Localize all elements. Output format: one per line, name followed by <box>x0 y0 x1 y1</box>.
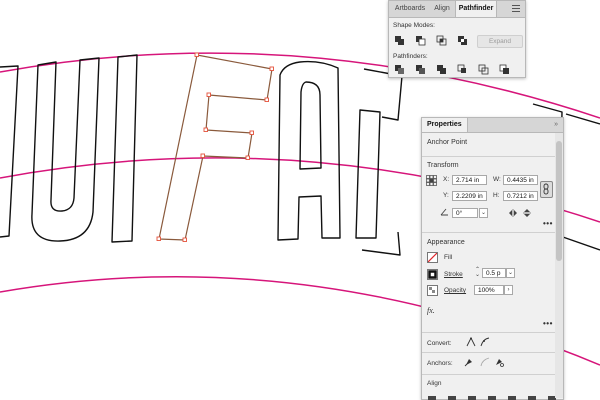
tab-pathfinder[interactable]: Pathfinder <box>455 1 497 17</box>
stroke-dropdown-icon[interactable]: ⌄ <box>506 268 515 278</box>
w-field[interactable]: 0.4435 in <box>503 175 538 185</box>
flip-vertical-icon[interactable] <box>523 208 531 220</box>
intersect-icon[interactable] <box>436 35 447 46</box>
appearance-title: Appearance <box>427 239 465 246</box>
align-buttons-row <box>427 394 557 400</box>
exclude-icon[interactable] <box>457 35 468 46</box>
h-label: H: <box>493 192 500 199</box>
w-label: W: <box>493 176 501 183</box>
stroke-label[interactable]: Stroke <box>444 271 463 278</box>
pathfinder-panel-tabs: Artboards Align Pathfinder <box>389 1 525 18</box>
stroke-weight-field[interactable]: 0.5 p <box>482 268 506 278</box>
opacity-icon <box>427 285 438 296</box>
anchor-points[interactable] <box>156 52 274 242</box>
convert-to-corner-icon[interactable] <box>466 336 476 349</box>
minus-front-icon[interactable] <box>415 35 426 46</box>
anchors-label: Anchors: <box>427 360 453 367</box>
divider <box>422 332 563 333</box>
trim-icon[interactable] <box>415 64 426 75</box>
x-field[interactable]: 2.714 in <box>452 175 487 185</box>
divider <box>422 156 563 157</box>
fill-swatch-icon[interactable] <box>427 252 438 263</box>
outline-icon[interactable] <box>478 64 489 75</box>
transform-title: Transform <box>427 162 459 169</box>
angle-field[interactable]: 0° <box>452 208 478 218</box>
stroke-swatch-icon[interactable] <box>427 269 438 280</box>
properties-scrollbar[interactable] <box>555 133 563 398</box>
tab-properties[interactable]: Properties <box>422 118 468 132</box>
constrain-proportions-link-icon[interactable] <box>540 181 553 198</box>
expand-button[interactable]: Expand <box>477 35 523 48</box>
tab-align[interactable]: Align <box>429 1 455 17</box>
tab-artboards[interactable]: Artboards <box>391 1 429 17</box>
divider <box>422 352 563 353</box>
opacity-label[interactable]: Opacity <box>444 287 466 294</box>
stroke-stepper-icon[interactable]: ⌃ ⌄ <box>474 267 481 278</box>
remove-anchor-icon[interactable] <box>464 357 474 369</box>
shape-modes-label: Shape Modes: <box>393 22 435 29</box>
divide-icon[interactable] <box>394 64 405 75</box>
pathfinder-panel: Artboards Align Pathfinder Shape Modes: … <box>388 0 526 78</box>
properties-panel: Properties » Anchor Point Transform X: 2… <box>421 117 564 400</box>
scrollbar-thumb[interactable] <box>556 141 562 261</box>
x-label: X: <box>443 176 450 183</box>
y-field[interactable]: 2.2209 in <box>452 191 487 201</box>
collapse-panel-icon[interactable]: » <box>554 121 558 128</box>
appearance-more-options-icon[interactable]: ••• <box>543 319 553 328</box>
panel-menu-icon[interactable] <box>512 5 520 13</box>
minus-back-icon[interactable] <box>499 64 510 75</box>
divider <box>422 374 563 375</box>
divider <box>422 232 563 233</box>
h-field[interactable]: 0.7212 in <box>503 191 538 201</box>
selection-type: Anchor Point <box>427 139 468 146</box>
convert-to-smooth-icon[interactable] <box>480 337 490 349</box>
opacity-field[interactable]: 100% <box>474 285 504 295</box>
unite-icon[interactable] <box>394 35 405 46</box>
merge-icon[interactable] <box>436 64 447 75</box>
selected-letter-f[interactable] <box>156 52 274 242</box>
rotate-angle-icon <box>440 208 449 218</box>
effects-fx-button[interactable]: fx. <box>427 306 435 315</box>
convert-label: Convert: <box>427 340 452 347</box>
crop-icon[interactable] <box>457 64 468 75</box>
anchor-tool-disabled-icon[interactable] <box>480 357 490 369</box>
cut-path-icon[interactable] <box>494 357 504 369</box>
angle-dropdown-icon[interactable]: ⌄ <box>479 208 488 218</box>
fill-label[interactable]: Fill <box>444 254 452 261</box>
opacity-arrow-icon[interactable]: › <box>504 285 513 295</box>
pathfinders-label: Pathfinders: <box>393 53 428 60</box>
y-label: Y: <box>443 192 449 199</box>
flip-horizontal-icon[interactable] <box>508 209 518 219</box>
properties-panel-tabs: Properties » <box>422 118 563 133</box>
more-options-icon[interactable]: ••• <box>543 219 553 228</box>
reference-point-icon[interactable] <box>426 175 437 188</box>
align-title: Align <box>427 380 442 387</box>
